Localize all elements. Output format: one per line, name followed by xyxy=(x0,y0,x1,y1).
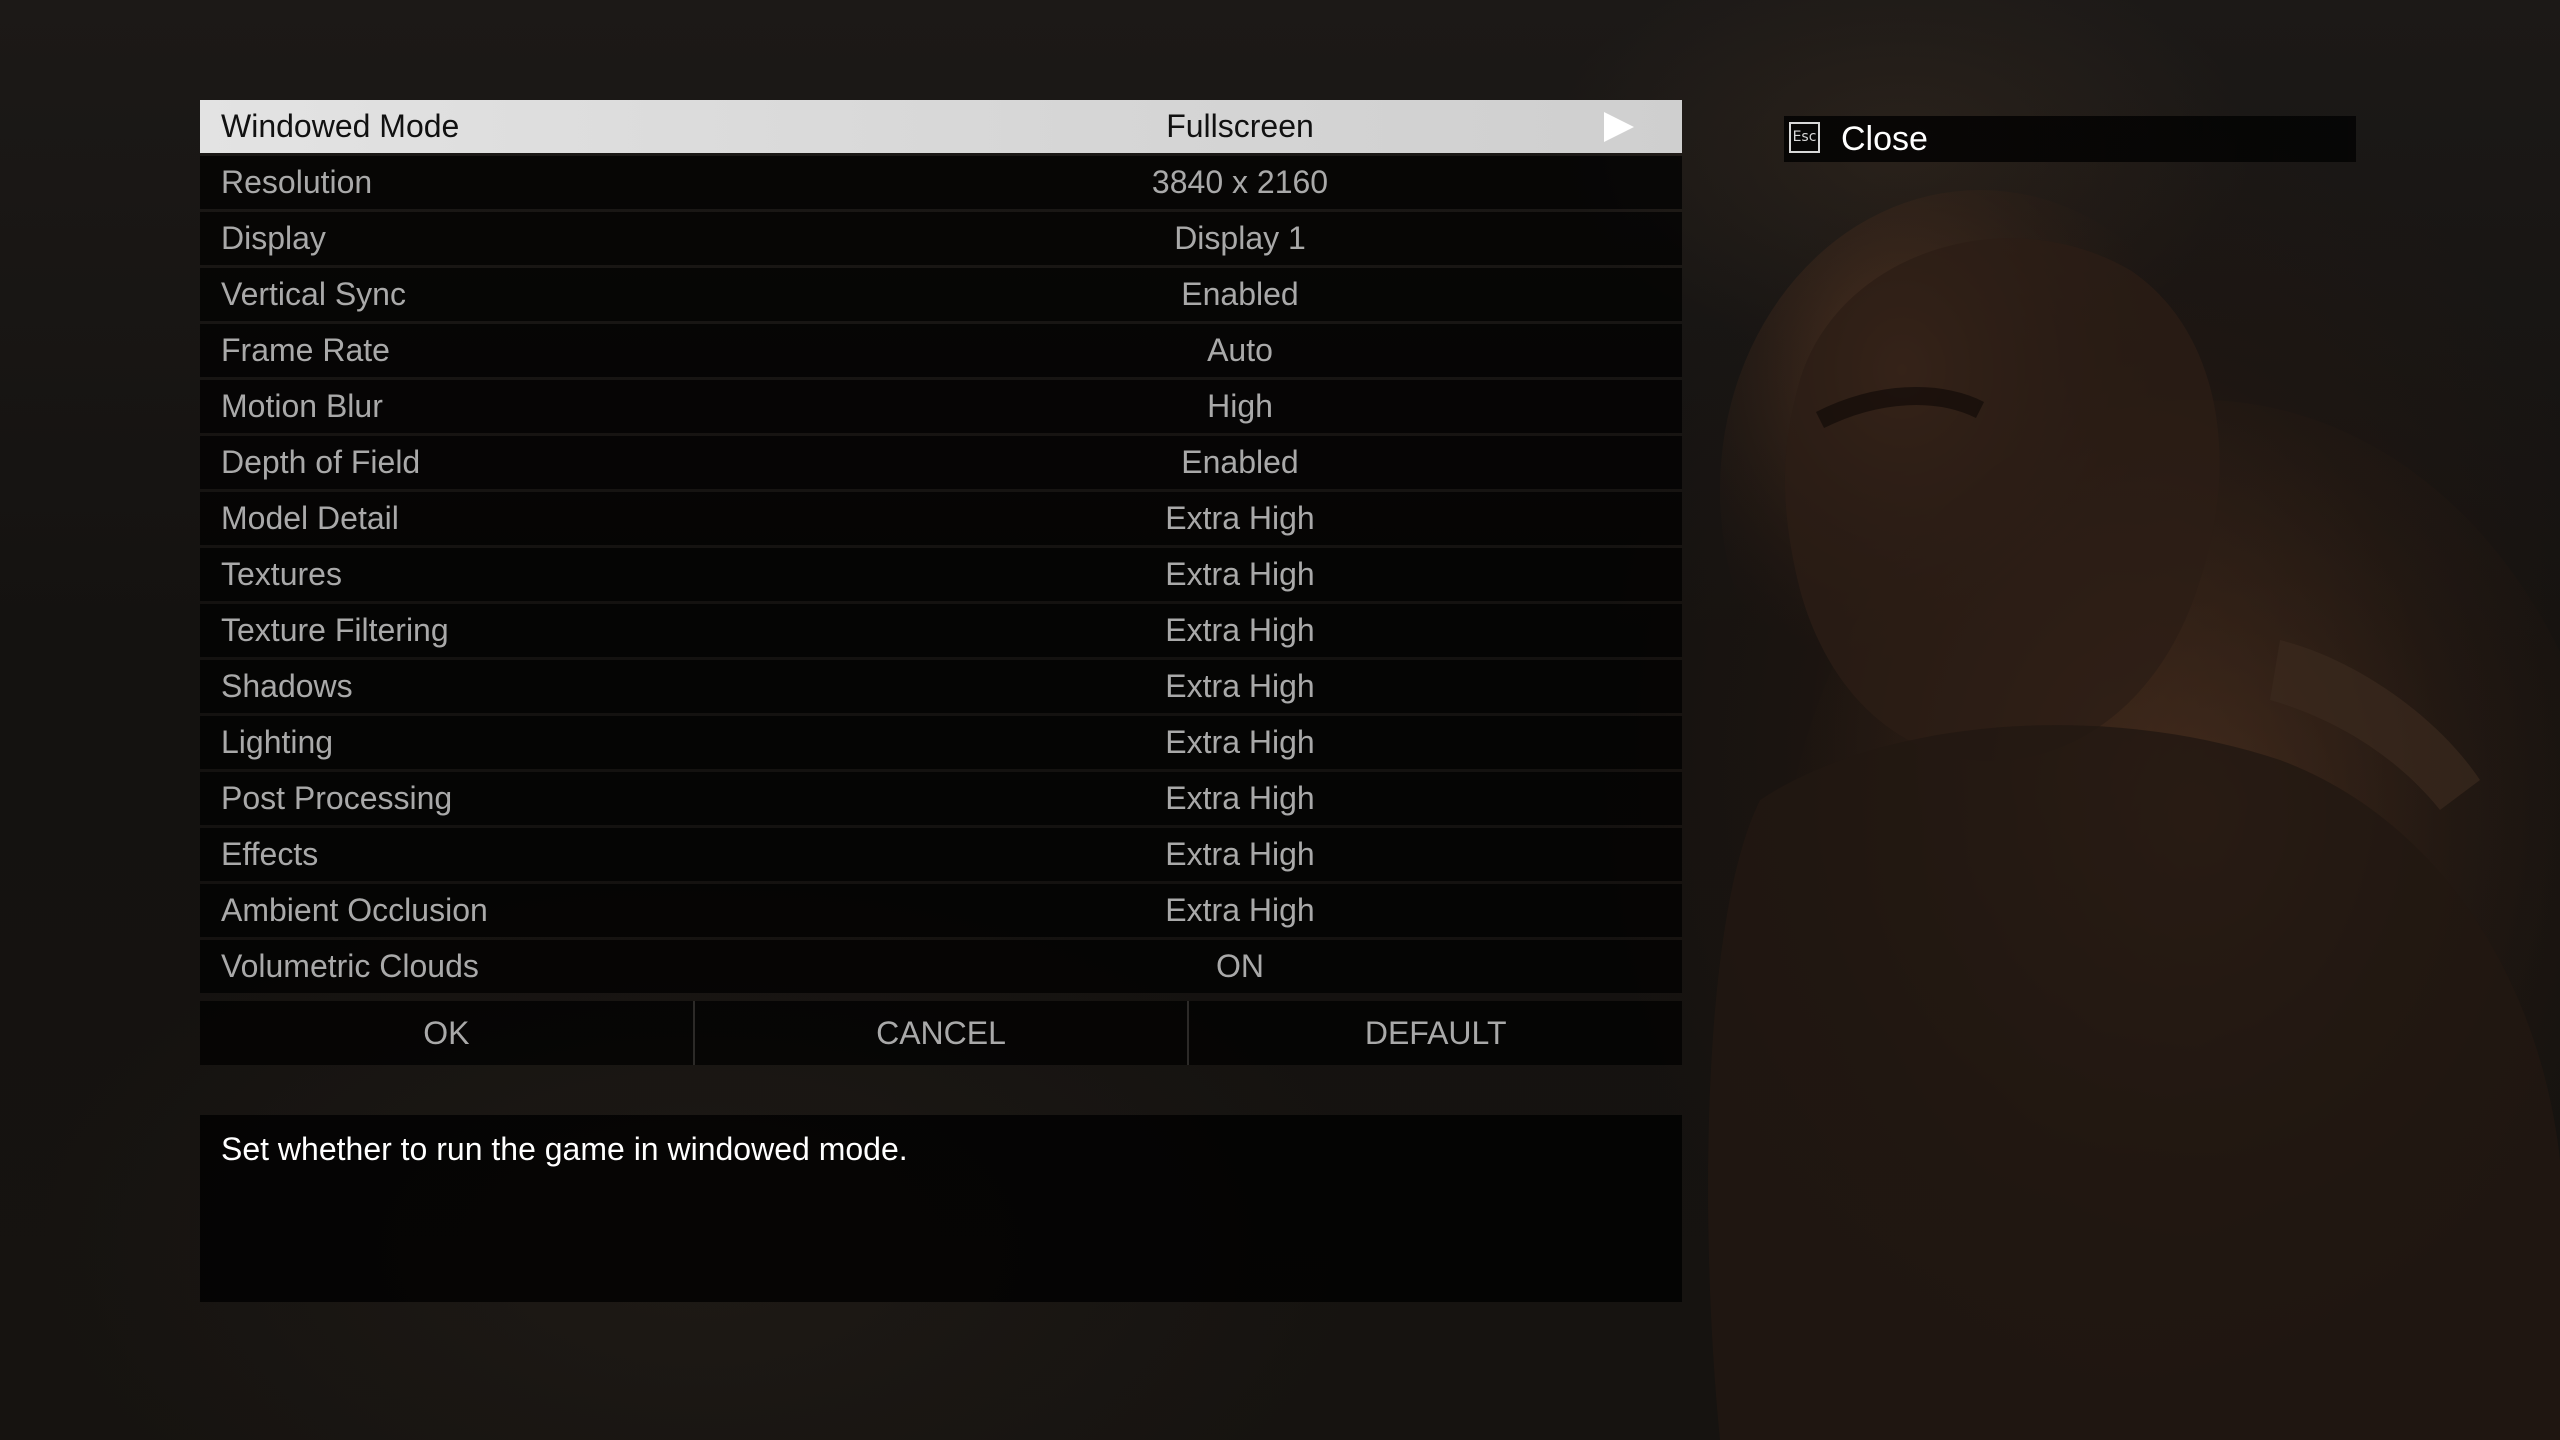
setting-label: Display xyxy=(221,220,326,256)
setting-value: Extra High xyxy=(1165,724,1315,760)
close-label: Close xyxy=(1841,120,1928,158)
default-button[interactable]: DEFAULT xyxy=(1187,1001,1683,1065)
setting-row-texture-filtering[interactable]: Texture Filtering Extra High xyxy=(200,604,1682,657)
setting-value: Extra High xyxy=(1165,836,1315,872)
description-panel: Set whether to run the game in windowed … xyxy=(200,1115,1682,1302)
setting-label: Model Detail xyxy=(221,500,399,536)
setting-row-lighting[interactable]: Lighting Extra High xyxy=(200,716,1682,769)
background-character-art xyxy=(1708,190,2560,1440)
setting-row-resolution[interactable]: Resolution 3840 x 2160 xyxy=(200,156,1682,209)
setting-row-frame-rate[interactable]: Frame Rate Auto xyxy=(200,324,1682,377)
setting-label: Resolution xyxy=(221,164,373,200)
setting-value: Enabled xyxy=(1181,276,1299,312)
game-screen: Windowed Mode Fullscreen Resolution 3840 x … xyxy=(0,0,2560,1440)
setting-label: Post Processing xyxy=(221,780,453,816)
setting-label: Windowed Mode xyxy=(221,108,460,144)
setting-value: Display 1 xyxy=(1174,220,1306,256)
setting-row-effects[interactable]: Effects Extra High xyxy=(200,828,1682,881)
setting-row-depth-of-field[interactable]: Depth of Field Enabled xyxy=(200,436,1682,489)
setting-value: Auto xyxy=(1207,332,1273,368)
setting-row-textures[interactable]: Textures Extra High xyxy=(200,548,1682,601)
setting-label: Ambient Occlusion xyxy=(221,892,488,928)
setting-value: Extra High xyxy=(1165,780,1315,816)
arrow-right-icon[interactable] xyxy=(1604,112,1634,142)
setting-row-windowed-mode[interactable]: Windowed Mode Fullscreen xyxy=(200,100,1682,153)
setting-value: 3840 x 2160 xyxy=(1151,164,1329,200)
setting-row-ambient-occlusion[interactable]: Ambient Occlusion Extra High xyxy=(200,884,1682,937)
setting-label: Motion Blur xyxy=(221,388,383,424)
setting-row-volumetric-clouds[interactable]: Volumetric Clouds ON xyxy=(200,940,1682,993)
settings-list: Windowed Mode Fullscreen Resolution 3840 x … xyxy=(200,100,1682,996)
setting-value: Enabled xyxy=(1181,444,1299,480)
setting-row-shadows[interactable]: Shadows Extra High xyxy=(200,660,1682,713)
setting-value: Extra High xyxy=(1165,500,1315,536)
cancel-button[interactable]: CANCEL xyxy=(692,1001,1188,1065)
setting-description: Set whether to run the game in windowed … xyxy=(221,1131,908,1167)
setting-value: Extra High xyxy=(1165,892,1315,928)
ok-button[interactable]: OK xyxy=(200,1001,693,1065)
setting-row-motion-blur[interactable]: Motion Blur High xyxy=(200,380,1682,433)
setting-value: Extra High xyxy=(1165,556,1315,592)
setting-label: Vertical Sync xyxy=(221,276,406,312)
setting-value: ON xyxy=(1216,948,1264,984)
close-button[interactable]: Esc Close xyxy=(1784,116,2356,162)
setting-label: Depth of Field xyxy=(221,444,421,480)
setting-row-display[interactable]: Display Display 1 xyxy=(200,212,1682,265)
setting-value: High xyxy=(1207,388,1273,424)
esc-key-icon: Esc xyxy=(1789,122,1820,153)
setting-label: Effects xyxy=(221,836,319,872)
setting-value: Extra High xyxy=(1165,612,1315,648)
setting-row-model-detail[interactable]: Model Detail Extra High xyxy=(200,492,1682,545)
setting-label: Frame Rate xyxy=(221,332,390,368)
setting-label: Texture Filtering xyxy=(221,612,449,648)
setting-value: Extra High xyxy=(1165,668,1315,704)
setting-label: Volumetric Clouds xyxy=(221,948,479,984)
setting-label: Shadows xyxy=(221,668,353,704)
setting-label: Lighting xyxy=(221,724,334,760)
setting-value: Fullscreen xyxy=(1166,108,1314,144)
action-buttons: OK CANCEL DEFAULT xyxy=(200,1001,1683,1065)
setting-label: Textures xyxy=(221,556,342,592)
setting-row-vertical-sync[interactable]: Vertical Sync Enabled xyxy=(200,268,1682,321)
setting-row-post-processing[interactable]: Post Processing Extra High xyxy=(200,772,1682,825)
